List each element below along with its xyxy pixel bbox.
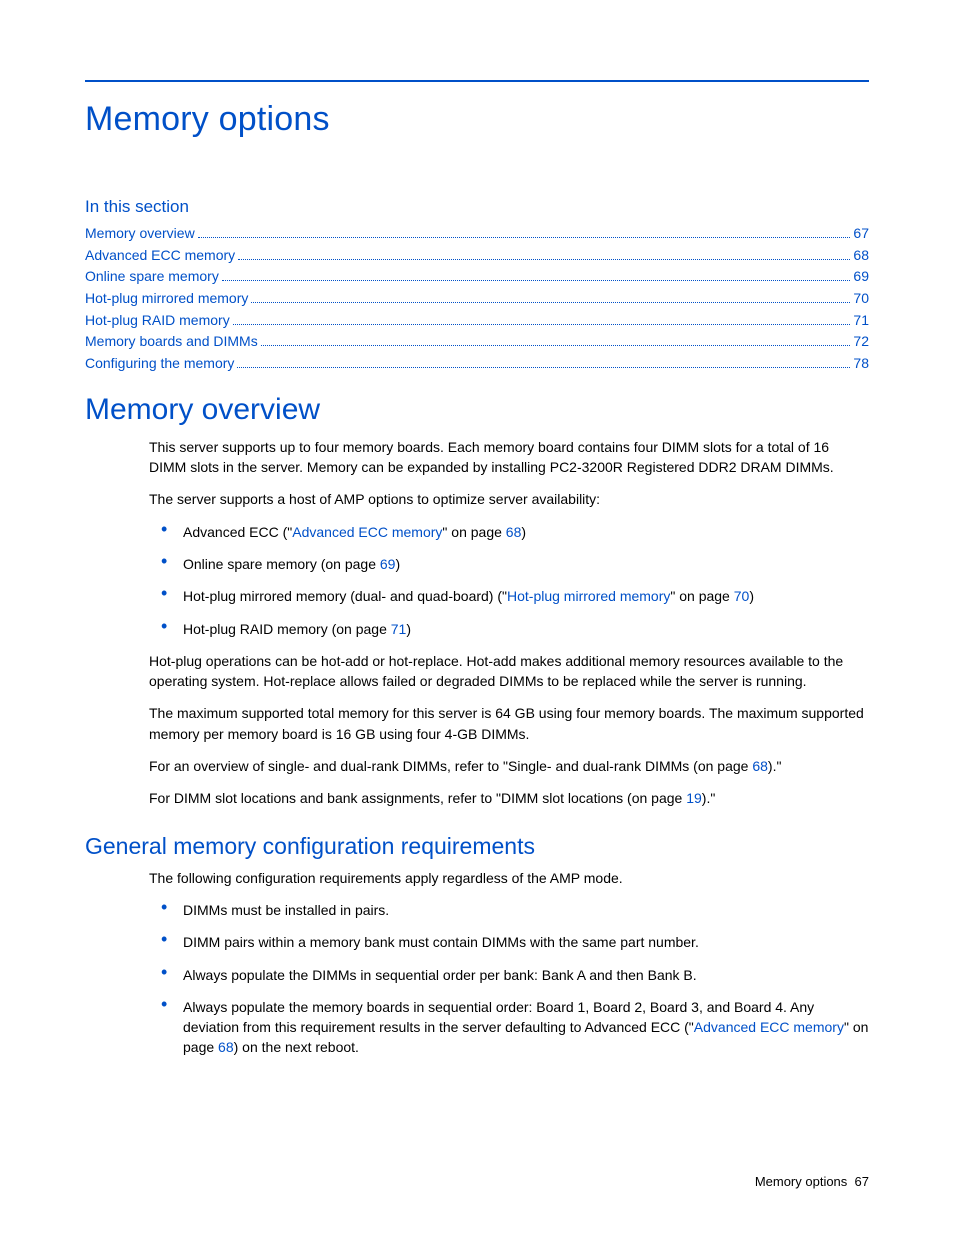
list-item: Always populate the memory boards in seq…	[149, 997, 869, 1058]
text: )."	[768, 758, 782, 774]
paragraph: The maximum supported total memory for t…	[149, 703, 869, 744]
list-item: Always populate the DIMMs in sequential …	[149, 965, 869, 985]
text: )	[749, 588, 754, 604]
page-link[interactable]: 68	[218, 1039, 234, 1055]
toc-leader	[238, 259, 850, 260]
link-advanced-ecc[interactable]: Advanced ECC memory	[694, 1019, 844, 1035]
toc-link[interactable]: Hot-plug RAID memory	[85, 310, 230, 332]
text: Advanced ECC ("	[183, 524, 292, 540]
heading-memory-overview: Memory overview	[85, 393, 869, 427]
link-advanced-ecc[interactable]: Advanced ECC memory	[292, 524, 442, 540]
toc-leader	[237, 367, 850, 368]
toc-row: Memory boards and DIMMs 72	[85, 331, 869, 353]
page-link[interactable]: 69	[380, 556, 396, 572]
paragraph: This server supports up to four memory b…	[149, 437, 869, 478]
text: Hot-plug RAID memory (on page	[183, 621, 391, 637]
toc-row: Memory overview 67	[85, 223, 869, 245]
text: ) on the next reboot.	[234, 1039, 359, 1055]
toc-leader	[198, 237, 851, 238]
toc-row: Hot-plug RAID memory 71	[85, 310, 869, 332]
toc-link[interactable]: Online spare memory	[85, 266, 219, 288]
page-link[interactable]: 19	[686, 790, 702, 806]
page-link[interactable]: 68	[752, 758, 768, 774]
list-item: DIMMs must be installed in pairs.	[149, 900, 869, 920]
toc-row: Advanced ECC memory 68	[85, 245, 869, 267]
page-link[interactable]: 68	[506, 524, 522, 540]
list-item: Advanced ECC ("Advanced ECC memory" on p…	[149, 522, 869, 542]
text: Online spare memory (on page	[183, 556, 380, 572]
link-hotplug-mirrored[interactable]: Hot-plug mirrored memory	[507, 588, 670, 604]
page-title: Memory options	[85, 100, 869, 139]
toc-row: Hot-plug mirrored memory 70	[85, 288, 869, 310]
page-footer: Memory options 67	[755, 1174, 869, 1189]
paragraph: For DIMM slot locations and bank assignm…	[149, 788, 869, 808]
text: )."	[702, 790, 716, 806]
toc-leader	[222, 280, 851, 281]
text: " on page	[442, 524, 505, 540]
general-body: The following configuration requirements…	[149, 868, 869, 1058]
toc-link[interactable]: Memory overview	[85, 223, 195, 245]
text: For an overview of single- and dual-rank…	[149, 758, 752, 774]
toc-link[interactable]: Hot-plug mirrored memory	[85, 288, 248, 310]
toc-page-link[interactable]: 70	[853, 288, 869, 310]
list-item: DIMM pairs within a memory bank must con…	[149, 932, 869, 952]
top-rule	[85, 80, 869, 82]
footer-page: 67	[855, 1174, 869, 1189]
toc-page-link[interactable]: 71	[853, 310, 869, 332]
paragraph: For an overview of single- and dual-rank…	[149, 756, 869, 776]
toc-page-link[interactable]: 72	[853, 331, 869, 353]
requirements-list: DIMMs must be installed in pairs. DIMM p…	[149, 900, 869, 1058]
heading-general-config: General memory configuration requirement…	[85, 833, 869, 860]
text: " on page	[670, 588, 733, 604]
text: )	[395, 556, 400, 572]
list-item: Hot-plug RAID memory (on page 71)	[149, 619, 869, 639]
toc-leader	[233, 324, 851, 325]
page-link[interactable]: 70	[734, 588, 750, 604]
toc-link[interactable]: Configuring the memory	[85, 353, 234, 375]
toc-leader	[261, 345, 851, 346]
footer-label: Memory options	[755, 1174, 847, 1189]
text: Hot-plug mirrored memory (dual- and quad…	[183, 588, 507, 604]
toc-link[interactable]: Advanced ECC memory	[85, 245, 235, 267]
toc-page-link[interactable]: 69	[853, 266, 869, 288]
toc-leader	[251, 302, 850, 303]
toc-row: Configuring the memory 78	[85, 353, 869, 375]
text: )	[521, 524, 526, 540]
paragraph: The following configuration requirements…	[149, 868, 869, 888]
toc-row: Online spare memory 69	[85, 266, 869, 288]
in-this-section-label: In this section	[85, 197, 869, 217]
overview-body: This server supports up to four memory b…	[149, 437, 869, 809]
toc-link[interactable]: Memory boards and DIMMs	[85, 331, 258, 353]
toc-page-link[interactable]: 68	[853, 245, 869, 267]
list-item: Online spare memory (on page 69)	[149, 554, 869, 574]
toc-page-link[interactable]: 78	[853, 353, 869, 375]
page-link[interactable]: 71	[391, 621, 407, 637]
text: For DIMM slot locations and bank assignm…	[149, 790, 686, 806]
paragraph: Hot-plug operations can be hot-add or ho…	[149, 651, 869, 692]
toc-page-link[interactable]: 67	[853, 223, 869, 245]
list-item: Hot-plug mirrored memory (dual- and quad…	[149, 586, 869, 606]
text: )	[406, 621, 411, 637]
amp-options-list: Advanced ECC ("Advanced ECC memory" on p…	[149, 522, 869, 639]
paragraph: The server supports a host of AMP option…	[149, 489, 869, 509]
table-of-contents: Memory overview 67 Advanced ECC memory 6…	[85, 223, 869, 375]
